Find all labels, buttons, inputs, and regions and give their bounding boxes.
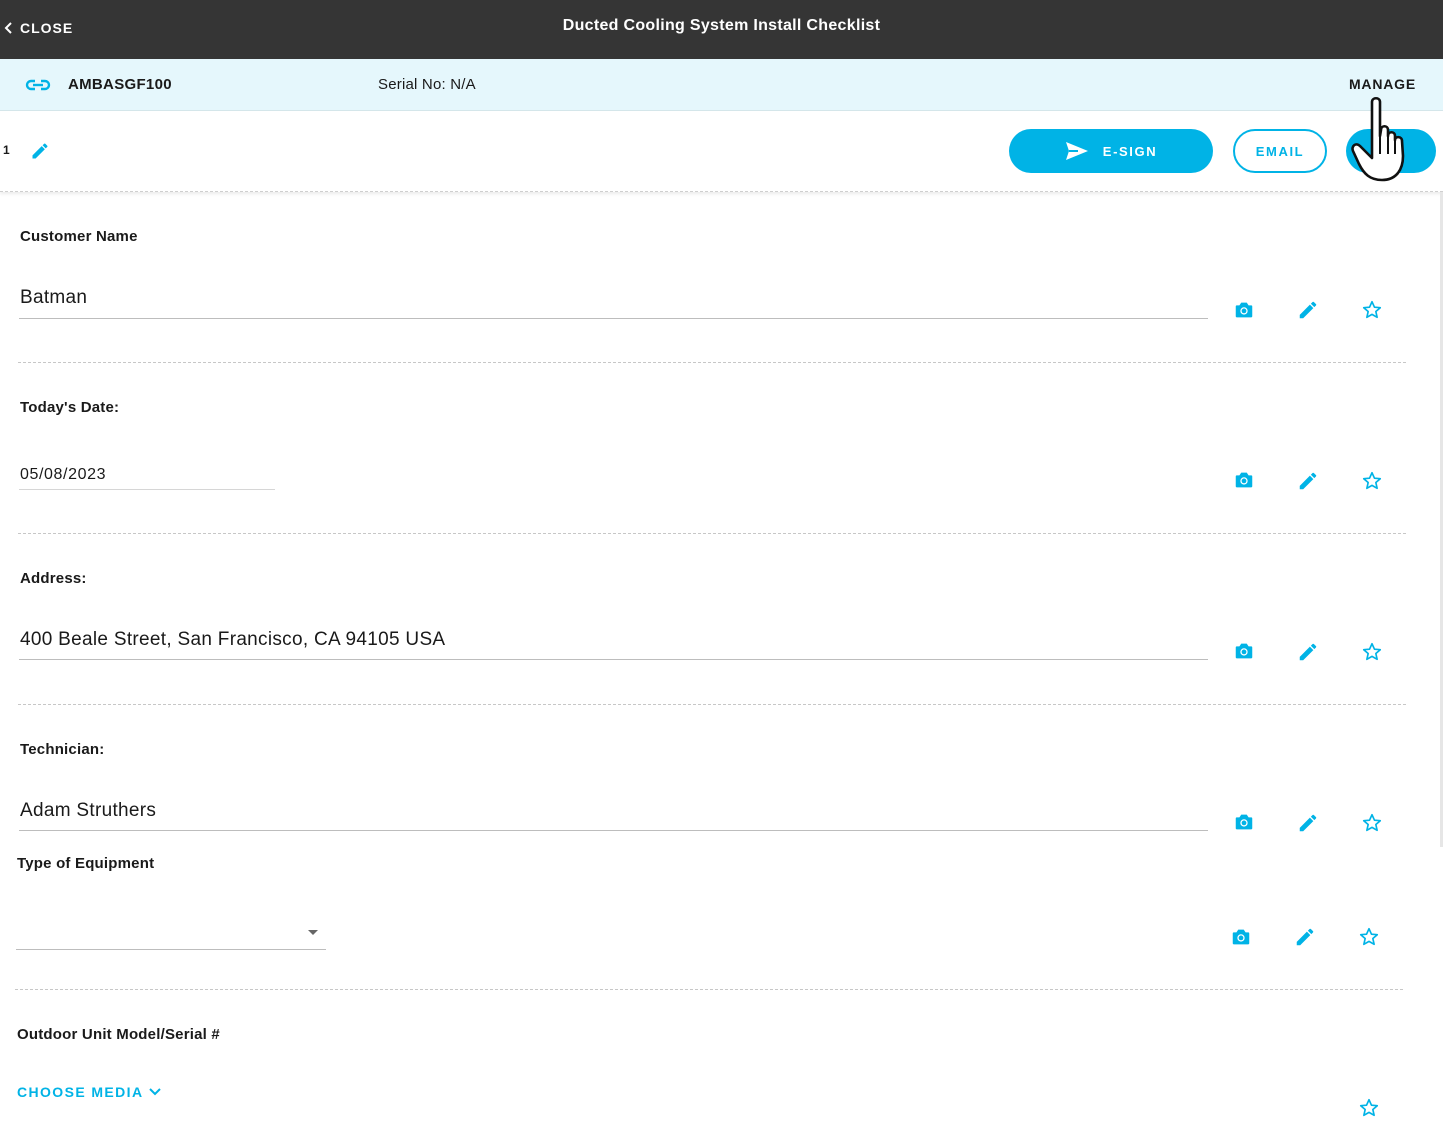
section-divider <box>18 704 1406 705</box>
camera-icon[interactable] <box>1233 469 1255 491</box>
serial-number: Serial No: N/A <box>378 76 476 93</box>
action-bar: 1 E-SIGN EMAIL <box>0 111 1443 192</box>
input-underline <box>19 830 1208 831</box>
model-code: AMBASGF100 <box>68 76 172 93</box>
esign-button[interactable]: E-SIGN <box>1009 129 1213 173</box>
star-icon[interactable] <box>1358 1097 1380 1119</box>
send-icon <box>1065 142 1088 160</box>
field-label-technician: Technician: <box>20 741 105 758</box>
pencil-icon[interactable] <box>1294 926 1316 948</box>
pencil-icon[interactable] <box>1297 641 1319 663</box>
manage-button[interactable]: MANAGE <box>1349 76 1416 92</box>
camera-icon[interactable] <box>1233 299 1255 321</box>
equipment-info-bar: AMBASGF100 Serial No: N/A MANAGE <box>0 59 1443 111</box>
camera-icon[interactable] <box>1233 811 1255 833</box>
pencil-icon[interactable] <box>30 141 50 161</box>
page-title: Ducted Cooling System Install Checklist <box>562 17 881 34</box>
star-icon[interactable] <box>1361 299 1383 321</box>
section-divider <box>18 362 1406 363</box>
pencil-icon[interactable] <box>1297 812 1319 834</box>
camera-icon[interactable] <box>1230 926 1252 948</box>
star-icon[interactable] <box>1358 926 1380 948</box>
star-icon[interactable] <box>1361 641 1383 663</box>
email-label: EMAIL <box>1255 143 1305 159</box>
section-divider <box>15 989 1403 990</box>
input-underline <box>19 489 275 490</box>
equipment-type-select[interactable] <box>17 920 326 948</box>
input-underline <box>19 318 1208 319</box>
pencil-icon[interactable] <box>1297 470 1319 492</box>
section-divider <box>18 533 1406 534</box>
choose-media-button[interactable]: CHOOSE MEDIA <box>17 1084 162 1100</box>
link-icon[interactable] <box>24 73 52 97</box>
chevron-down-icon <box>149 1088 162 1096</box>
dropdown-caret-icon[interactable] <box>308 930 318 935</box>
field-label-outdoor-unit: Outdoor Unit Model/Serial # <box>17 1026 220 1043</box>
camera-icon[interactable] <box>1233 640 1255 662</box>
technician-input[interactable]: Adam Struthers <box>20 800 156 822</box>
select-underline <box>16 949 326 950</box>
address-input[interactable]: 400 Beale Street, San Francisco, CA 9410… <box>20 629 445 651</box>
top-bar: CLOSE Ducted Cooling System Install Chec… <box>0 0 1443 59</box>
customer-name-input[interactable]: Batman <box>20 287 87 309</box>
choose-media-label: CHOOSE MEDIA <box>17 1084 144 1100</box>
field-label-address: Address: <box>20 570 87 587</box>
star-icon[interactable] <box>1361 470 1383 492</box>
field-label-equipment-type: Type of Equipment <box>17 855 155 872</box>
field-label-date: Today's Date: <box>20 399 120 416</box>
pencil-icon[interactable] <box>1297 299 1319 321</box>
page-number: 1 <box>3 143 10 157</box>
input-underline <box>19 659 1208 660</box>
date-input[interactable]: 05/08/2023 <box>20 466 106 484</box>
email-button[interactable]: EMAIL <box>1233 129 1327 173</box>
star-icon[interactable] <box>1361 812 1383 834</box>
hand-cursor-icon <box>1351 96 1405 182</box>
field-label-customer-name: Customer Name <box>20 228 138 245</box>
esign-label: E-SIGN <box>1102 143 1158 159</box>
